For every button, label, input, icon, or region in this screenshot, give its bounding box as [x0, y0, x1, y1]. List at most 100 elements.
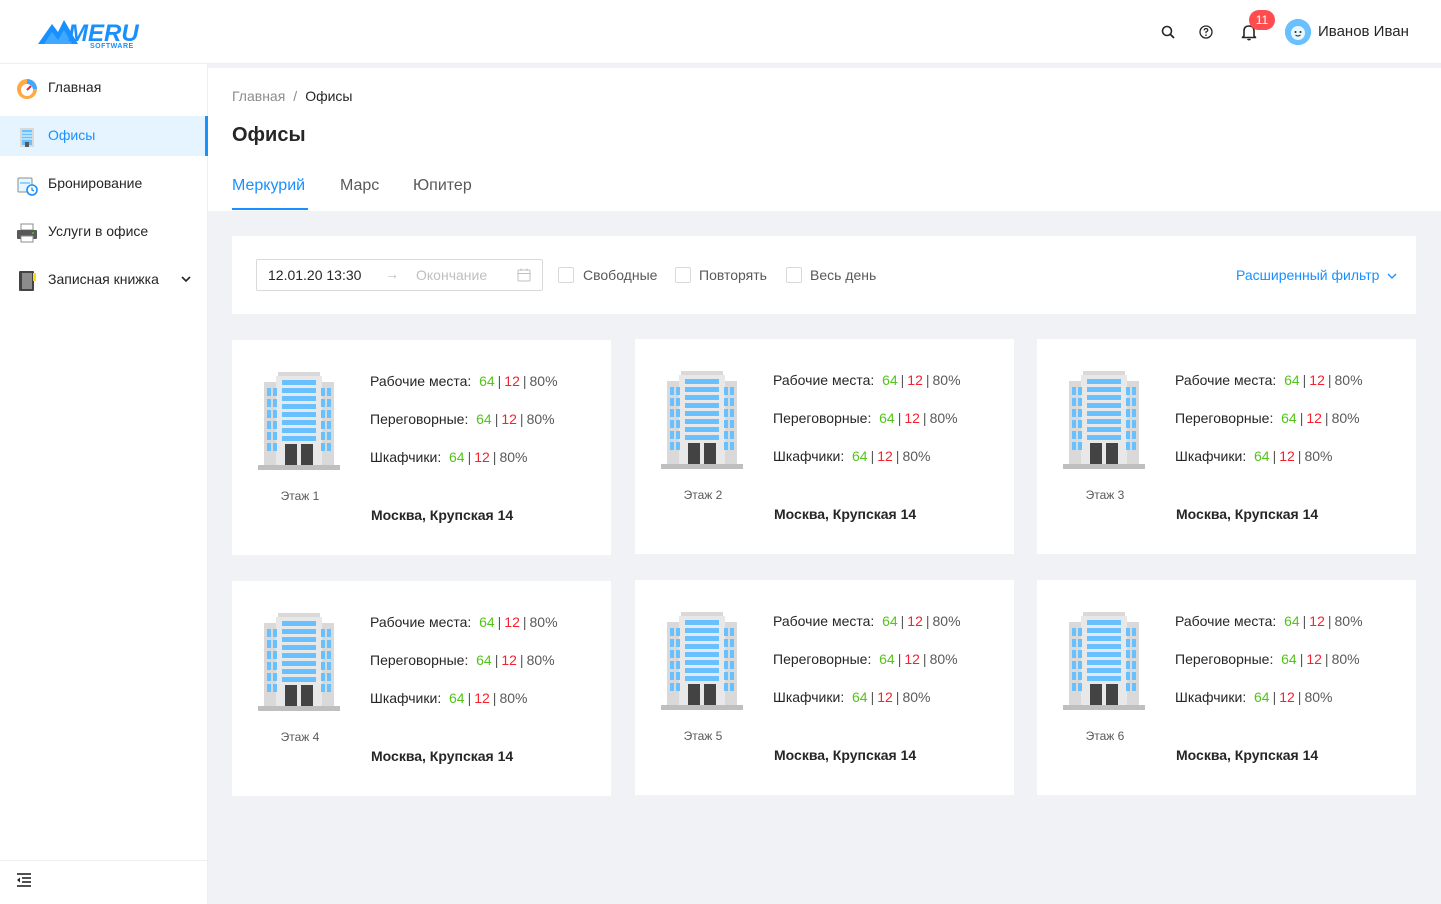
- chevron-down-icon[interactable]: [181, 272, 191, 286]
- busy-count: 12: [1309, 613, 1325, 629]
- stat-label: Переговорные: [773, 410, 868, 426]
- help-icon[interactable]: [1194, 20, 1218, 44]
- busy-count: 12: [501, 652, 517, 668]
- stat-lockers: Шкафчики: 64 | 12 | 80%: [370, 690, 528, 706]
- busy-count: 12: [1309, 372, 1325, 388]
- stat-label: Рабочие места: [370, 373, 468, 389]
- user-name[interactable]: Иванов Иван: [1318, 23, 1409, 40]
- building-icon: [258, 613, 340, 711]
- floor-label: Этаж 2: [683, 488, 723, 502]
- chevron-down-icon: [1387, 273, 1397, 279]
- stat-meeting_rooms: Переговорные: 64 | 12 | 80%: [773, 410, 958, 426]
- sidebar-item-booking[interactable]: Бронирование: [0, 164, 208, 204]
- avatar[interactable]: [1285, 19, 1311, 45]
- stat-meeting_rooms: Переговорные: 64 | 12 | 80%: [370, 411, 555, 427]
- occupancy-percent: 80%: [1331, 410, 1360, 426]
- free-count: 64: [852, 448, 868, 464]
- office-building-icon: [20, 128, 34, 147]
- sidebar-item-label: Услуги в офисе: [48, 223, 149, 239]
- stat-label: Рабочие места: [773, 372, 871, 388]
- free-count: 64: [1254, 689, 1270, 705]
- free-count: 64: [476, 652, 492, 668]
- busy-count: 12: [1279, 448, 1295, 464]
- stat-lockers: Шкафчики: 64 | 12 | 80%: [370, 449, 528, 465]
- stat-meeting_rooms: Переговорные: 64 | 12 | 80%: [1175, 651, 1360, 667]
- stat-label: Переговорные: [1175, 410, 1270, 426]
- sidebar-item-label: Офисы: [48, 127, 96, 143]
- sidebar-item-services[interactable]: Услуги в офисе: [0, 212, 208, 252]
- advanced-filter-link[interactable]: Расширенный фильтр: [1236, 267, 1397, 283]
- stat-meeting_rooms: Переговорные: 64 | 12 | 80%: [773, 651, 958, 667]
- speedometer-icon: [17, 79, 37, 99]
- free-count: 64: [1284, 613, 1300, 629]
- occupancy-percent: 80%: [526, 411, 555, 427]
- repeat-checkbox[interactable]: [675, 267, 691, 283]
- sidebar-item-offices[interactable]: Офисы: [0, 116, 208, 156]
- company-logo[interactable]: MERU SOFTWARE: [38, 18, 139, 52]
- free-count: 64: [449, 690, 465, 706]
- free-count: 64: [1284, 372, 1300, 388]
- free-count: 64: [879, 410, 895, 426]
- tab-mars[interactable]: Марс: [340, 177, 379, 195]
- busy-count: 12: [907, 613, 923, 629]
- tab-mercury[interactable]: Меркурий: [232, 177, 305, 195]
- sidebar-item-home[interactable]: Главная: [0, 68, 208, 108]
- floor-label: Этаж 6: [1085, 729, 1125, 743]
- menu-fold-icon[interactable]: [16, 873, 32, 892]
- building-icon: [258, 372, 340, 470]
- office-address: Москва, Крупская 14: [774, 506, 917, 522]
- office-card[interactable]: Этаж 2 Рабочие места: 64 | 12 | 80% Переговорн…: [635, 339, 1014, 554]
- stat-label: Рабочие места: [773, 613, 871, 629]
- busy-count: 12: [504, 373, 520, 389]
- free-checkbox-label[interactable]: Свободные: [583, 267, 657, 283]
- office-card[interactable]: Этаж 3 Рабочие места: 64 | 12 | 80% Переговорн…: [1037, 339, 1416, 554]
- stat-label: Шкафчики: [1175, 689, 1243, 705]
- occupancy-percent: 80%: [529, 373, 558, 389]
- sidebar: Главная Офисы Бронирование Услуги в офис…: [0, 64, 208, 904]
- breadcrumb: Главная / Офисы: [232, 88, 352, 104]
- free-count: 64: [882, 372, 898, 388]
- busy-count: 12: [474, 449, 490, 465]
- all-day-checkbox[interactable]: [786, 267, 802, 283]
- office-address: Москва, Крупская 14: [1176, 506, 1319, 522]
- stat-label: Переговорные: [370, 652, 465, 668]
- office-card[interactable]: Этаж 4 Рабочие места: 64 | 12 | 80% Переговорн…: [232, 581, 611, 796]
- advanced-filter-label: Расширенный фильтр: [1236, 267, 1380, 283]
- repeat-checkbox-label[interactable]: Повторять: [699, 267, 767, 283]
- office-card[interactable]: Этаж 1 Рабочие места: 64 | 12 | 80% Переговорн…: [232, 340, 611, 555]
- all-day-checkbox-label[interactable]: Весь день: [810, 267, 876, 283]
- free-count: 64: [479, 373, 495, 389]
- sidebar-item-label: Записная книжка: [48, 271, 159, 287]
- active-tab-indicator: [232, 208, 308, 210]
- busy-count: 12: [504, 614, 520, 630]
- office-card[interactable]: Этаж 5 Рабочие места: 64 | 12 | 80% Переговорн…: [635, 580, 1014, 795]
- logo-subtext: SOFTWARE: [90, 43, 134, 50]
- busy-count: 12: [904, 410, 920, 426]
- free-count: 64: [1254, 448, 1270, 464]
- top-header: MERU SOFTWARE 11 Иванов Иван: [0, 0, 1441, 64]
- occupancy-percent: 80%: [929, 410, 958, 426]
- floor-label: Этаж 4: [280, 730, 320, 744]
- floor-label: Этаж 1: [280, 489, 320, 503]
- range-start-input[interactable]: 12.01.20 13:30: [268, 267, 361, 283]
- date-range-picker[interactable]: 12.01.20 13:30 → Окончание: [256, 259, 543, 291]
- sidebar-item-label: Бронирование: [48, 175, 143, 191]
- stat-label: Шкафчики: [1175, 448, 1243, 464]
- sidebar-item-notebook[interactable]: Записная книжка: [0, 260, 208, 300]
- tab-jupiter[interactable]: Юпитер: [413, 177, 472, 195]
- free-checkbox[interactable]: [558, 267, 574, 283]
- occupancy-percent: 80%: [499, 449, 528, 465]
- free-count: 64: [1281, 651, 1297, 667]
- office-card[interactable]: Этаж 6 Рабочие места: 64 | 12 | 80% Переговорн…: [1037, 580, 1416, 795]
- breadcrumb-separator: /: [293, 88, 298, 104]
- booking-clock-icon: [17, 177, 38, 196]
- search-icon[interactable]: [1156, 20, 1180, 44]
- filter-bar: 12.01.20 13:30 → Окончание Свободные Пов…: [232, 236, 1416, 314]
- notification-badge: 11: [1249, 10, 1275, 30]
- range-end-input[interactable]: Окончание: [416, 267, 487, 283]
- office-address: Москва, Крупская 14: [1176, 747, 1319, 763]
- stat-label: Переговорные: [1175, 651, 1270, 667]
- stat-workplaces: Рабочие места: 64 | 12 | 80%: [773, 372, 961, 388]
- breadcrumb-home[interactable]: Главная: [232, 88, 285, 104]
- floor-label: Этаж 3: [1085, 488, 1125, 502]
